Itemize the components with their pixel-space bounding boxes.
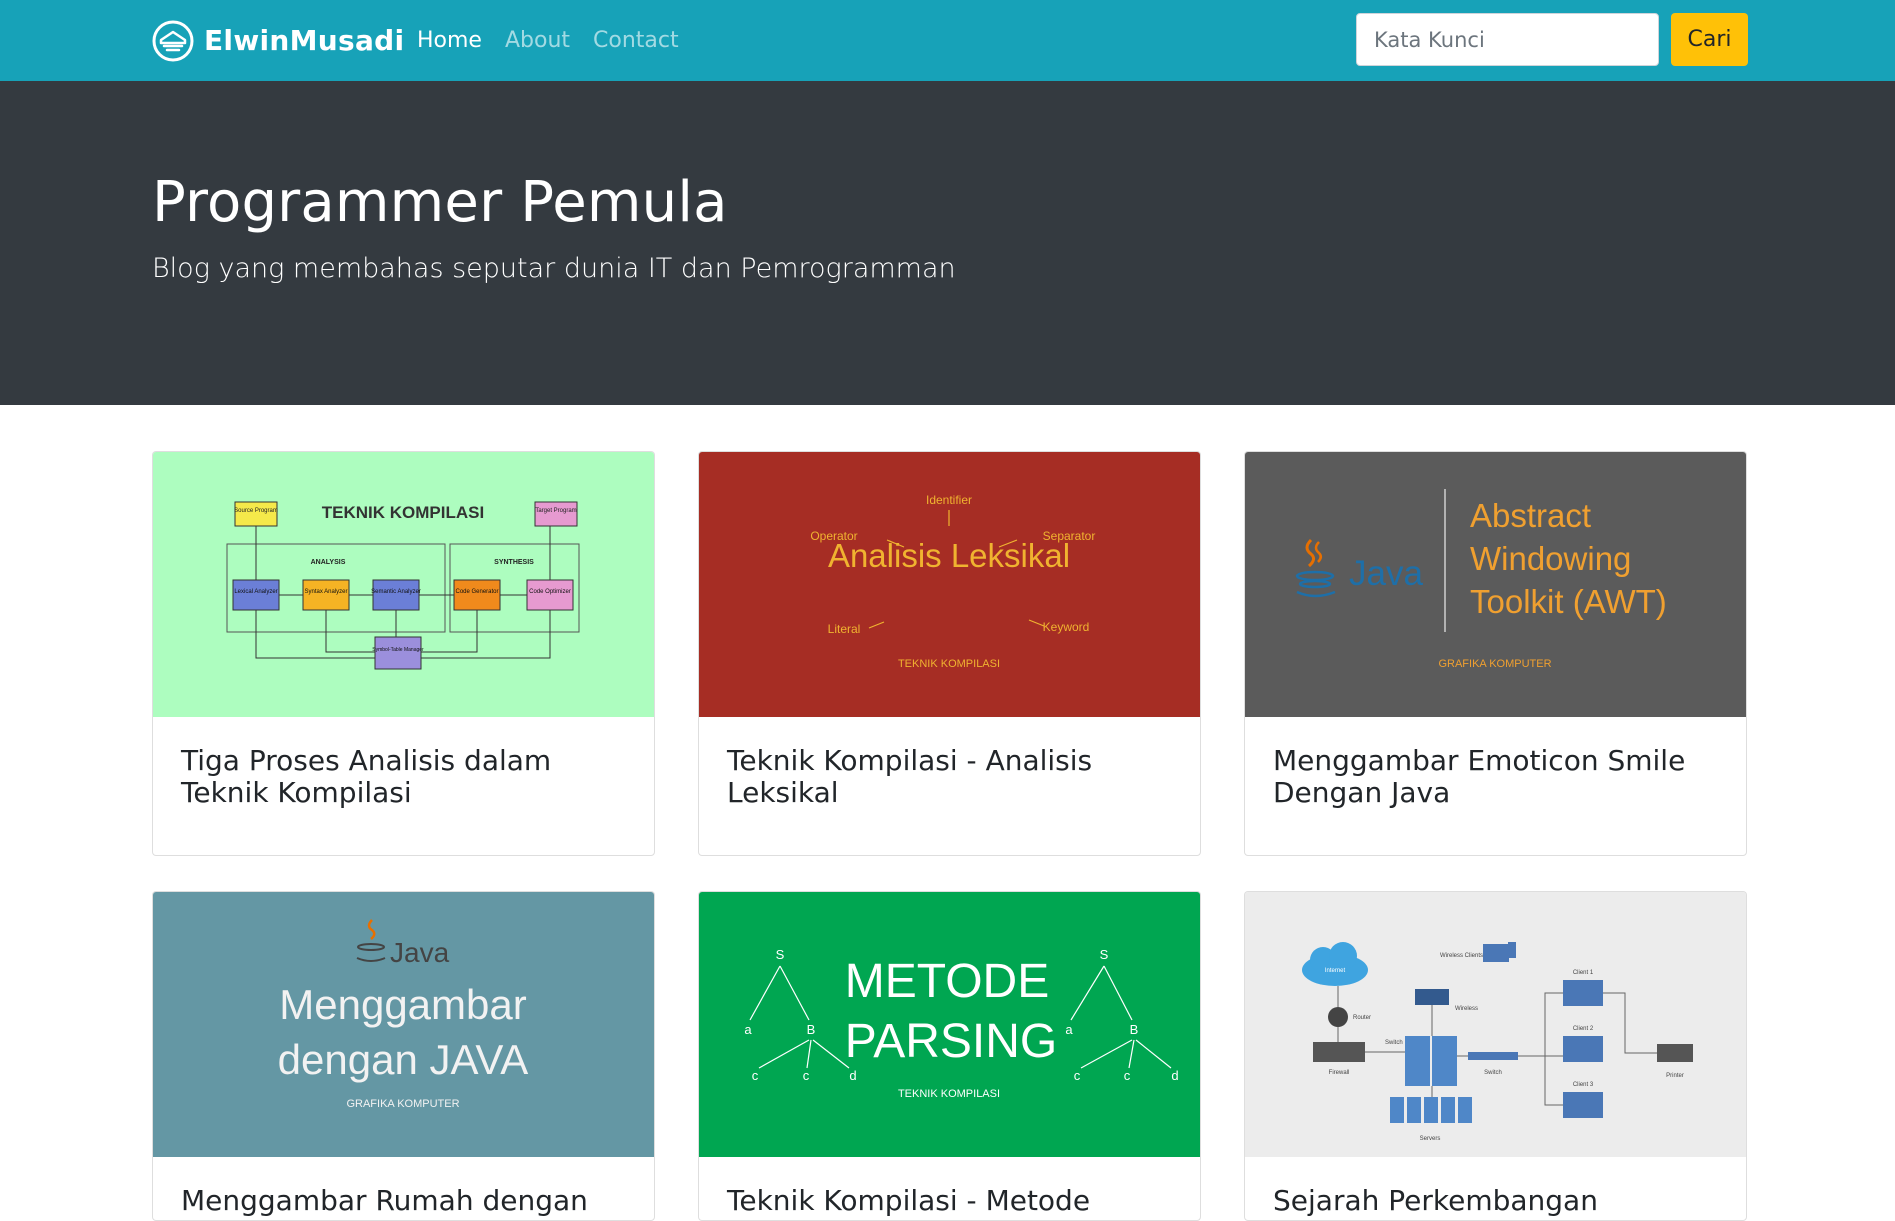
svg-text:GRAFIKA KOMPUTER: GRAFIKA KOMPUTER — [1438, 658, 1551, 670]
svg-text:Router: Router — [1353, 1015, 1371, 1021]
svg-text:Menggambar: Menggambar — [279, 981, 526, 1028]
thumb-heading: Analisis Leksikal — [828, 537, 1070, 574]
svg-text:d: d — [1171, 1068, 1178, 1083]
post-title[interactable]: Teknik Kompilasi - Metode Parsing — [727, 1185, 1172, 1221]
svg-text:Java: Java — [1349, 554, 1423, 593]
svg-text:Client 2: Client 2 — [1573, 1026, 1594, 1032]
svg-text:ANALYSIS: ANALYSIS — [311, 559, 346, 566]
svg-text:Syntax Analyzer: Syntax Analyzer — [304, 589, 347, 595]
svg-text:Windowing: Windowing — [1470, 540, 1631, 577]
post-title[interactable]: Sejarah Perkembangan Jaringan — [1273, 1185, 1718, 1221]
svg-text:B: B — [807, 1022, 816, 1037]
post-card[interactable]: METODE PARSING TEKNIK KOMPILASI S a B c … — [698, 891, 1201, 1221]
svg-text:S: S — [1100, 947, 1109, 962]
post-title[interactable]: Menggambar Emoticon Smile Dengan Java — [1273, 745, 1718, 809]
svg-text:PARSING: PARSING — [845, 1015, 1057, 1068]
post-card-body: Teknik Kompilasi - Metode Parsing — [699, 1157, 1200, 1221]
post-thumbnail[interactable]: Analisis Leksikal Identifier Operator Se… — [699, 452, 1200, 717]
svg-text:Target Program: Target Program — [535, 508, 576, 514]
svg-text:METODE: METODE — [845, 955, 1049, 1008]
nav-links: Home About Contact — [417, 24, 679, 58]
nav-link-about[interactable]: About — [505, 24, 570, 58]
search-input[interactable] — [1356, 13, 1659, 66]
svg-text:Keyword: Keyword — [1043, 620, 1090, 634]
svg-text:Operator: Operator — [810, 529, 857, 543]
post-thumbnail[interactable]: TEKNIK KOMPILASI Source Program Target P… — [153, 452, 654, 717]
svg-text:c: c — [803, 1068, 810, 1083]
search-button[interactable]: Cari — [1671, 13, 1748, 66]
svg-text:Separator: Separator — [1043, 529, 1096, 543]
svg-text:Java: Java — [390, 937, 450, 968]
post-card[interactable]: TEKNIK KOMPILASI Source Program Target P… — [152, 451, 655, 856]
svg-text:c: c — [1074, 1068, 1081, 1083]
brand-name: ElwinMusadi — [204, 24, 405, 57]
svg-text:TEKNIK KOMPILASI: TEKNIK KOMPILASI — [898, 1088, 1000, 1100]
svg-text:Lexical Analyzer: Lexical Analyzer — [234, 589, 277, 595]
svg-text:Toolkit (AWT): Toolkit (AWT) — [1470, 583, 1667, 620]
svg-text:d: d — [849, 1068, 856, 1083]
post-thumbnail[interactable]: Java Abstract Windowing Toolkit (AWT) GR… — [1245, 452, 1746, 717]
svg-text:Internet: Internet — [1325, 968, 1346, 974]
post-card-body: Menggambar Emoticon Smile Dengan Java — [1245, 717, 1746, 837]
svg-text:S: S — [776, 947, 785, 962]
post-card-body: Menggambar Rumah dengan Java — [153, 1157, 654, 1221]
post-title[interactable]: Menggambar Rumah dengan Java — [181, 1185, 626, 1221]
post-card[interactable]: Internet Router Firewall Switch Wireless… — [1244, 891, 1747, 1221]
svg-text:Switch: Switch — [1484, 1070, 1502, 1076]
svg-text:Semantic Analyzer: Semantic Analyzer — [371, 589, 421, 595]
svg-text:Switch: Switch — [1385, 1040, 1403, 1046]
post-thumbnail[interactable]: Java Menggambar dengan JAVA GRAFIKA KOMP… — [153, 892, 654, 1157]
svg-text:Code Optimizer: Code Optimizer — [529, 589, 571, 595]
hero-title: Programmer Pemula — [152, 170, 728, 235]
post-card-body: Tiga Proses Analisis dalam Teknik Kompil… — [153, 717, 654, 837]
post-title[interactable]: Tiga Proses Analisis dalam Teknik Kompil… — [181, 745, 626, 809]
svg-text:a: a — [744, 1022, 752, 1037]
svg-text:Client 1: Client 1 — [1573, 970, 1594, 976]
svg-text:GRAFIKA KOMPUTER: GRAFIKA KOMPUTER — [346, 1098, 459, 1110]
svg-text:a: a — [1065, 1022, 1073, 1037]
brand-link[interactable]: ElwinMusadi — [152, 18, 404, 63]
post-thumbnail[interactable]: Internet Router Firewall Switch Wireless… — [1245, 892, 1746, 1157]
svg-text:Wireless: Wireless — [1455, 1006, 1478, 1012]
svg-text:TEKNIK KOMPILASI: TEKNIK KOMPILASI — [898, 658, 1000, 670]
svg-text:Printer: Printer — [1666, 1073, 1684, 1079]
svg-text:Servers: Servers — [1420, 1136, 1441, 1142]
svg-text:dengan JAVA: dengan JAVA — [278, 1036, 529, 1083]
svg-text:Firewall: Firewall — [1329, 1070, 1350, 1076]
svg-text:B: B — [1130, 1022, 1139, 1037]
post-card[interactable]: Java Abstract Windowing Toolkit (AWT) GR… — [1244, 451, 1747, 856]
svg-text:Source Program: Source Program — [234, 508, 278, 514]
nav-link-home[interactable]: Home — [417, 24, 482, 58]
svg-text:Literal: Literal — [828, 622, 861, 636]
svg-text:Wireless Clients: Wireless Clients — [1440, 953, 1483, 959]
thumb-heading: TEKNIK KOMPILASI — [322, 503, 484, 522]
brand-logo-icon — [152, 20, 194, 61]
svg-text:c: c — [752, 1068, 759, 1083]
post-title[interactable]: Teknik Kompilasi - Analisis Leksikal — [727, 745, 1172, 809]
svg-text:c: c — [1124, 1068, 1131, 1083]
navbar: ElwinMusadi Home About Contact Cari — [0, 0, 1895, 81]
post-card[interactable]: Java Menggambar dengan JAVA GRAFIKA KOMP… — [152, 891, 655, 1221]
svg-text:Identifier: Identifier — [926, 493, 972, 507]
post-card-body: Sejarah Perkembangan Jaringan — [1245, 1157, 1746, 1221]
post-card[interactable]: Analisis Leksikal Identifier Operator Se… — [698, 451, 1201, 856]
svg-text:Symbol-Table Manager: Symbol-Table Manager — [372, 647, 424, 653]
nav-link-contact[interactable]: Contact — [593, 24, 679, 58]
hero-jumbotron: Programmer Pemula Blog yang membahas sep… — [0, 81, 1895, 405]
svg-text:Abstract: Abstract — [1470, 497, 1591, 534]
svg-text:Code Generator: Code Generator — [455, 589, 498, 595]
post-thumbnail[interactable]: METODE PARSING TEKNIK KOMPILASI S a B c … — [699, 892, 1200, 1157]
svg-text:Client 3: Client 3 — [1573, 1082, 1594, 1088]
hero-lead: Blog yang membahas seputar dunia IT dan … — [152, 253, 956, 284]
svg-text:SYNTHESIS: SYNTHESIS — [494, 559, 534, 566]
post-card-body: Teknik Kompilasi - Analisis Leksikal — [699, 717, 1200, 837]
